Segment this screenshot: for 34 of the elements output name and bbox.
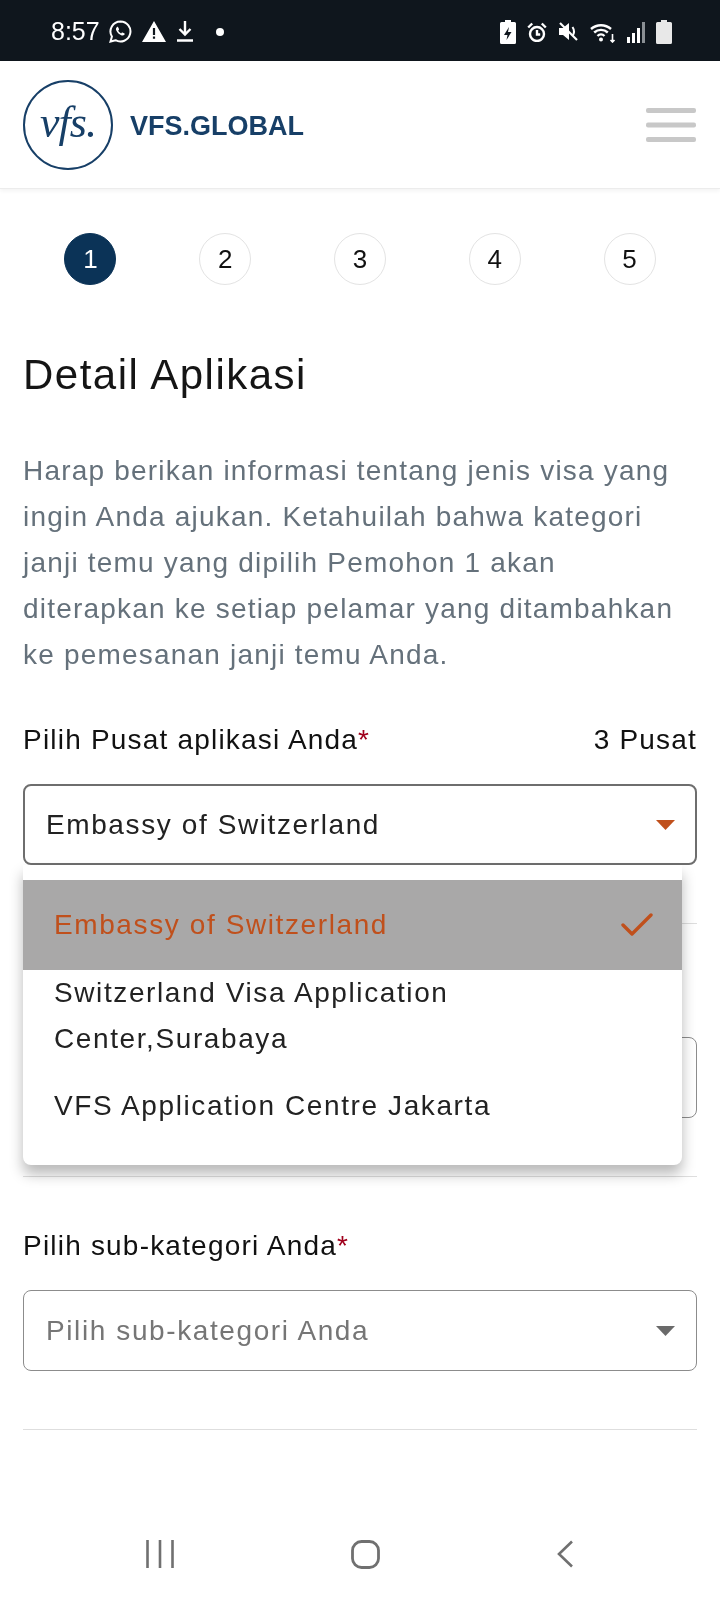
dropdown-option[interactable]: Switzerland Visa Application Center,Surabaya: [23, 970, 682, 1083]
required-asterisk: *: [358, 724, 371, 756]
step-number: 4: [468, 233, 521, 285]
step-number: 2: [199, 233, 252, 285]
brand-name[interactable]: VFS.GLOBAL: [130, 111, 304, 142]
caret-icon: [656, 1325, 675, 1336]
select-field[interactable]: Embassy of Switzerland: [23, 784, 697, 865]
download-icon: [175, 21, 194, 42]
status-time: 8:57: [51, 19, 100, 44]
alarm-clock-icon: [527, 21, 547, 42]
intro-text: Harap berikan informasi tentang jenis visa yang ingin Anda ajukan. Ketahuilah bahwa kategori janji temu yang dipilih Pemohon 1 akan diterapkan ke setiap pelamar yang ditambahkan ke pemesanan janji temu Anda.: [23, 454, 675, 672]
option-count: 3 Pusat: [593, 724, 697, 756]
battery-bolt-icon: [500, 19, 516, 44]
field-label: Pilih Pusat aplikasi Anda: [23, 724, 359, 756]
recent-apps-icon[interactable]: [146, 1540, 174, 1568]
page-title: Detail Aplikasi: [23, 352, 308, 398]
field-label: Pilih sub-kategori Anda: [23, 1230, 337, 1262]
signal-bars-icon: [627, 20, 645, 43]
step-number: 3: [334, 233, 386, 285]
required-asterisk: *: [337, 1230, 350, 1262]
notification-dot-icon: [215, 27, 224, 36]
dropdown-option[interactable]: VFS Application Centre Jakarta: [23, 1083, 682, 1150]
home-icon[interactable]: [350, 1539, 380, 1569]
speaker-muted-icon: [558, 21, 578, 42]
battery-icon: [656, 19, 672, 44]
checkmark-icon: [621, 913, 653, 937]
step-number: 1: [64, 233, 117, 285]
logo-emblem[interactable]: vfs.: [23, 79, 113, 170]
select-field[interactable]: Pilih sub-kategori Anda: [23, 1290, 697, 1371]
caret-icon: [656, 819, 675, 830]
phone-bubble-icon: [108, 20, 132, 43]
step-number: 5: [603, 233, 656, 285]
warning-icon: [141, 21, 166, 42]
back-icon[interactable]: [556, 1540, 574, 1568]
